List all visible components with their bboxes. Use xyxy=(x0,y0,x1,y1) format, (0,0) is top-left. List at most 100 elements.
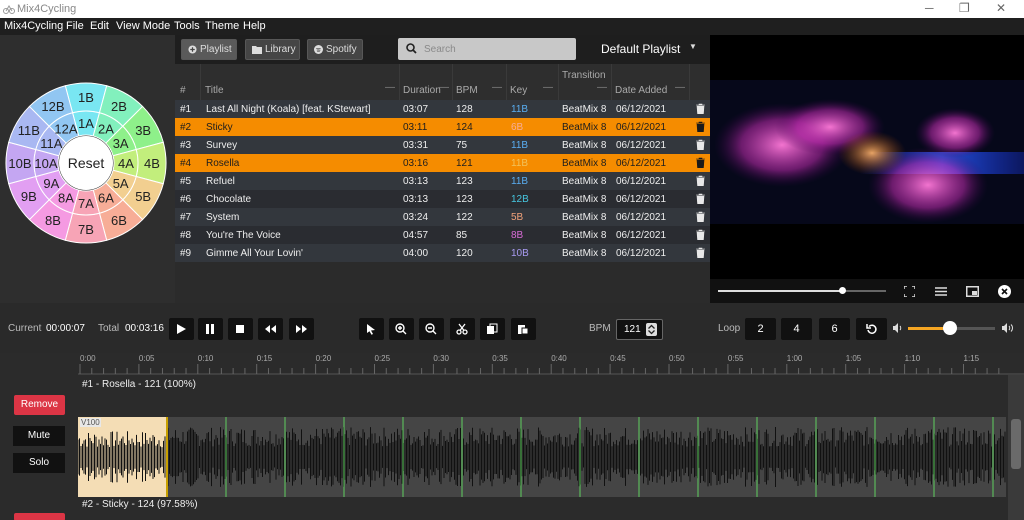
remove-button-2[interactable] xyxy=(14,513,65,520)
reset-loop-button[interactable] xyxy=(856,318,887,340)
trash-icon[interactable] xyxy=(696,103,705,114)
header-duration-menu-icon[interactable]: — xyxy=(439,82,449,93)
header-bpm-menu-icon[interactable]: — xyxy=(492,82,502,93)
row-bpm: 124 xyxy=(456,122,473,133)
header-key[interactable]: Key xyxy=(510,85,527,96)
fullscreen-icon[interactable] xyxy=(904,286,915,297)
table-row[interactable]: #2 Sticky 03:11 124 6B BeatMix 8 06/12/2021 xyxy=(175,118,710,136)
video-controls xyxy=(710,279,1024,303)
time-ruler[interactable]: 0:00 0:05 0:10 0:15 0:20 0:25 0:30 0:35 0:40 0:45… xyxy=(78,353,1024,375)
spotify-button[interactable]: Spotify xyxy=(307,39,363,60)
table-row[interactable]: #5 Refuel 03:13 123 11B BeatMix 8 06/12/2021 xyxy=(175,172,710,190)
timeline-scrollbar[interactable] xyxy=(1008,375,1024,520)
minimize-button[interactable]: ─ xyxy=(925,1,934,15)
table-row[interactable]: #6 Chocolate 03:13 123 12B BeatMix 8 06/12/202… xyxy=(175,190,710,208)
playlist-dropdown-icon[interactable]: ▼ xyxy=(689,42,697,51)
header-bpm[interactable]: BPM xyxy=(456,85,478,96)
plus-circle-icon xyxy=(188,45,197,54)
row-title: Chocolate xyxy=(206,194,252,205)
volume-slider[interactable] xyxy=(908,321,995,335)
table-row[interactable]: #4 Rosella 03:16 121 11B BeatMix 8 06/12/2021 xyxy=(175,154,710,172)
menu-theme[interactable]: Theme xyxy=(205,20,239,32)
menu-edit[interactable]: Edit xyxy=(90,20,109,32)
play-button[interactable] xyxy=(169,318,194,340)
menu-file[interactable]: File xyxy=(66,20,84,32)
zoom-in-button[interactable] xyxy=(389,318,414,340)
header-transition[interactable]: Transition xyxy=(562,70,606,81)
mute-button[interactable]: Mute xyxy=(13,426,65,446)
bpm-stepper[interactable]: 121 xyxy=(616,319,663,340)
close-window-button[interactable]: ✕ xyxy=(996,1,1006,15)
waveform-path xyxy=(78,427,1006,487)
volume-handle[interactable] xyxy=(942,321,957,335)
menu-view-mode[interactable]: View Mode xyxy=(116,20,170,32)
cut-button[interactable] xyxy=(450,318,475,340)
row-duration: 03:24 xyxy=(403,212,429,223)
copy-button[interactable] xyxy=(480,318,505,340)
scrollbar-thumb[interactable] xyxy=(1011,419,1021,469)
stepper-arrows-icon[interactable] xyxy=(646,323,657,336)
list-icon[interactable] xyxy=(935,287,947,296)
header-date-menu-icon[interactable]: — xyxy=(675,82,685,93)
key-label-inner: 12A xyxy=(54,121,77,136)
library-button[interactable]: Library xyxy=(245,39,300,60)
table-row[interactable]: #8 You're The Voice 04:57 85 8B BeatMix 8 06/1… xyxy=(175,226,710,244)
select-tool-button[interactable] xyxy=(359,318,384,340)
maximize-button[interactable]: ❐ xyxy=(959,1,970,15)
ruler-label: 0:05 xyxy=(139,354,155,363)
playlist-table: # Title — Duration — BPM — Key — Transit… xyxy=(175,64,710,303)
row-duration: 03:31 xyxy=(403,140,429,151)
close-icon[interactable] xyxy=(998,285,1011,298)
table-row[interactable]: #3 Survey 03:31 75 11B BeatMix 8 06/12/2021 xyxy=(175,136,710,154)
menu-mix4cycling[interactable]: Mix4Cycling xyxy=(4,20,63,32)
trash-icon[interactable] xyxy=(696,229,705,240)
trash-icon[interactable] xyxy=(696,175,705,186)
remove-button[interactable]: Remove xyxy=(14,395,65,415)
video-seek-track[interactable] xyxy=(718,287,886,294)
camelot-key-wheel[interactable]: 1B1A2B2A 3B3A4B4A5B5A6B6A7B7A8B8A9B9A10B 1… xyxy=(0,35,175,303)
trash-icon[interactable] xyxy=(696,193,705,204)
video-visualizer[interactable] xyxy=(710,35,1024,303)
loop-4-button[interactable]: 4 xyxy=(781,318,812,340)
trash-icon[interactable] xyxy=(696,211,705,222)
row-transition: BeatMix 8 xyxy=(562,122,607,133)
paste-button[interactable] xyxy=(511,318,536,340)
picture-in-picture-icon[interactable] xyxy=(966,286,979,297)
header-duration[interactable]: Duration xyxy=(403,85,441,96)
rewind-button[interactable] xyxy=(258,318,283,340)
ruler-label: 1:05 xyxy=(846,354,862,363)
trash-icon[interactable] xyxy=(696,247,705,258)
fast-forward-button[interactable] xyxy=(289,318,314,340)
solo-button[interactable]: Solo xyxy=(13,453,65,473)
zoom-out-button[interactable] xyxy=(419,318,444,340)
window-title: Mix4Cycling xyxy=(17,3,77,15)
trash-icon[interactable] xyxy=(696,121,705,132)
zoom-in-icon xyxy=(395,323,407,335)
trash-icon[interactable] xyxy=(696,139,705,150)
pause-button[interactable] xyxy=(198,318,223,340)
trash-icon[interactable] xyxy=(696,157,705,168)
loop-2-button[interactable]: 2 xyxy=(745,318,776,340)
header-transition-menu-icon[interactable]: — xyxy=(597,82,607,93)
table-row[interactable]: #1 Last All Night (Koala) [feat. KStewart… xyxy=(175,100,710,118)
header-title[interactable]: Title xyxy=(205,85,224,96)
waveform-track-1[interactable] xyxy=(78,417,1006,497)
key-label-inner: 9A xyxy=(43,176,59,191)
volume-marker[interactable]: V100 xyxy=(80,418,101,427)
header-number[interactable]: # xyxy=(180,85,186,96)
table-row[interactable]: #7 System 03:24 122 5B BeatMix 8 06/12/2021 xyxy=(175,208,710,226)
menu-tools[interactable]: Tools xyxy=(174,20,200,32)
header-title-menu-icon[interactable]: — xyxy=(385,82,395,93)
key-label-outer: 11B xyxy=(18,123,40,138)
menu-help[interactable]: Help xyxy=(243,20,266,32)
video-seek-handle[interactable] xyxy=(839,287,847,294)
header-date-added[interactable]: Date Added xyxy=(615,85,667,96)
volume-low-icon xyxy=(893,323,902,333)
playlist-button[interactable]: Playlist xyxy=(181,39,237,60)
search-input[interactable] xyxy=(424,41,564,57)
header-key-menu-icon[interactable]: — xyxy=(543,82,553,93)
stop-button[interactable] xyxy=(228,318,253,340)
table-row[interactable]: #9 Gimme All Your Lovin' 04:00 120 10B BeatMi… xyxy=(175,244,710,262)
loop-6-button[interactable]: 6 xyxy=(819,318,850,340)
row-bpm: 128 xyxy=(456,104,473,115)
